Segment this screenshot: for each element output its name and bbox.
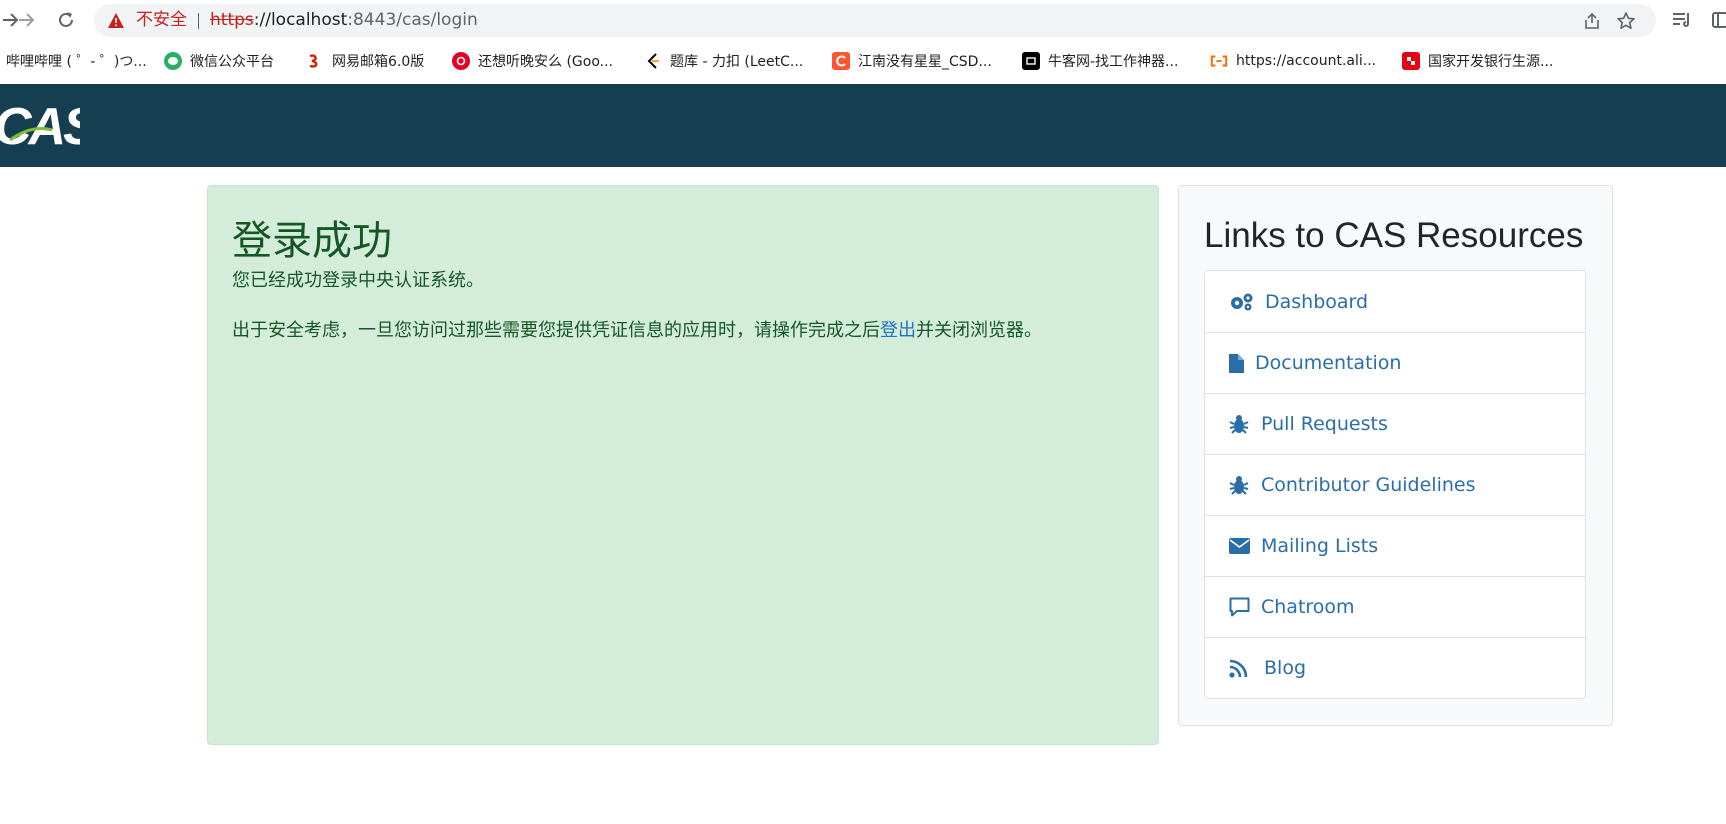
resource-label: Dashboard	[1265, 290, 1369, 313]
browser-toolbar: 不安全 https://localhost:8443/cas/login	[0, 0, 1726, 40]
resources-list: Dashboard Documentation Pull Requests Co…	[1204, 270, 1586, 699]
security-notice-prefix: 出于安全考虑，一旦您访问过那些需要您提供凭证信息的应用时，请操作完成之后	[232, 320, 880, 341]
resources-card: Links to CAS Resources Dashboard Documen…	[1178, 185, 1613, 726]
resource-label: Blog	[1264, 657, 1306, 679]
bookmark-label: 哔哩哔哩 ( ゜- ゜)つ...	[6, 54, 147, 70]
cas-logo[interactable]: CAS	[0, 96, 80, 156]
login-success-alert: 登录成功 您已经成功登录中央认证系统。 出于安全考虑，一旦您访问过那些需要您提供…	[207, 185, 1159, 745]
security-label[interactable]: 不安全	[136, 4, 187, 37]
share-icon[interactable]	[1580, 4, 1604, 37]
resource-label: Contributor Guidelines	[1261, 474, 1476, 496]
cdb-icon	[1402, 52, 1420, 70]
bookmark-cdb[interactable]: 国家开发银行生源...	[1402, 44, 1553, 78]
address-bar[interactable]: 不安全 https://localhost:8443/cas/login	[94, 4, 1656, 37]
resource-label: Mailing Lists	[1261, 535, 1379, 557]
url-text[interactable]: https://localhost:8443/cas/login	[210, 4, 478, 37]
bookmark-nowcoder[interactable]: 牛客网-找工作神器...	[1022, 44, 1178, 78]
page-title: 登录成功	[232, 218, 392, 264]
bookmark-netease-mail[interactable]: 网易邮箱6.0版	[306, 44, 424, 78]
resource-link-blog[interactable]: Blog	[1205, 637, 1585, 698]
file-icon	[1229, 352, 1245, 374]
bookmark-bilibili[interactable]: 哔哩哔哩 ( ゜- ゜)つ...	[6, 44, 147, 78]
bookmark-label: 题库 - 力扣 (LeetC...	[670, 54, 804, 70]
resource-link-chatroom[interactable]: Chatroom	[1205, 576, 1585, 637]
leetcode-icon	[644, 52, 662, 70]
aliyun-icon	[1210, 52, 1228, 70]
bookmark-label: https://account.ali...	[1236, 53, 1377, 69]
gears-icon	[1229, 291, 1255, 313]
bookmark-label: 牛客网-找工作神器...	[1048, 54, 1179, 70]
bookmark-label: 江南没有星星_CSD...	[858, 54, 992, 70]
forward-icon[interactable]	[14, 8, 38, 32]
resource-label: Documentation	[1255, 352, 1402, 374]
resources-title: Links to CAS Resources	[1204, 216, 1584, 255]
star-icon[interactable]	[1614, 4, 1638, 37]
url-scheme: https	[210, 10, 254, 30]
warning-icon[interactable]	[106, 4, 126, 37]
wechat-icon	[164, 52, 182, 70]
bookmark-label: 微信公众平台	[190, 54, 274, 70]
url-path: :8443/cas/login	[347, 10, 478, 30]
success-message: 您已经成功登录中央认证系统。	[232, 270, 484, 291]
envelope-icon	[1229, 535, 1251, 557]
rss-icon	[1229, 657, 1254, 679]
bookmark-leetcode[interactable]: 题库 - 力扣 (LeetC...	[644, 44, 803, 78]
bookmark-label: 网易邮箱6.0版	[332, 54, 425, 70]
omnibox-divider	[198, 13, 199, 29]
bookmark-wechat[interactable]: 微信公众平台	[164, 44, 274, 78]
resource-link-pull-requests[interactable]: Pull Requests	[1205, 393, 1585, 454]
resource-link-dashboard[interactable]: Dashboard	[1205, 271, 1585, 332]
security-notice-suffix: 并关闭浏览器。	[916, 320, 1042, 341]
bookmark-aliyun[interactable]: https://account.ali...	[1210, 44, 1376, 78]
netease-mail-icon	[306, 52, 324, 70]
bookmark-csdn[interactable]: 江南没有星星_CSD...	[832, 44, 992, 78]
bookmark-label: 还想听晚安么 (Goo...	[478, 54, 613, 70]
bug-icon	[1229, 413, 1251, 435]
resource-label: Chatroom	[1261, 596, 1355, 618]
bookmarks-bar: 哔哩哔哩 ( ゜- ゜)つ... 微信公众平台 网易邮箱6.0版 还想听晚安么 …	[0, 44, 1726, 78]
resource-link-documentation[interactable]: Documentation	[1205, 332, 1585, 393]
comment-icon	[1229, 596, 1251, 618]
resource-label: Pull Requests	[1261, 413, 1388, 435]
cas-header: CAS	[0, 84, 1726, 167]
nowcoder-icon	[1022, 52, 1040, 70]
url-host: ://localhost	[253, 10, 348, 30]
bookmark-label: 国家开发银行生源...	[1428, 54, 1554, 70]
resource-link-contributor-guidelines[interactable]: Contributor Guidelines	[1205, 454, 1585, 515]
security-notice: 出于安全考虑，一旦您访问过那些需要您提供凭证信息的应用时，请操作完成之后登出并关…	[232, 316, 1042, 342]
reading-list-icon[interactable]	[1670, 8, 1694, 32]
reload-icon[interactable]	[54, 8, 78, 32]
bookmark-netease-music[interactable]: 还想听晚安么 (Goo...	[452, 44, 613, 78]
side-panel-icon[interactable]	[1708, 8, 1726, 32]
netease-music-icon	[452, 52, 470, 70]
bug-icon	[1229, 474, 1251, 496]
csdn-icon	[832, 52, 850, 70]
logout-link[interactable]: 登出	[880, 320, 916, 341]
resource-link-mailing-lists[interactable]: Mailing Lists	[1205, 515, 1585, 576]
